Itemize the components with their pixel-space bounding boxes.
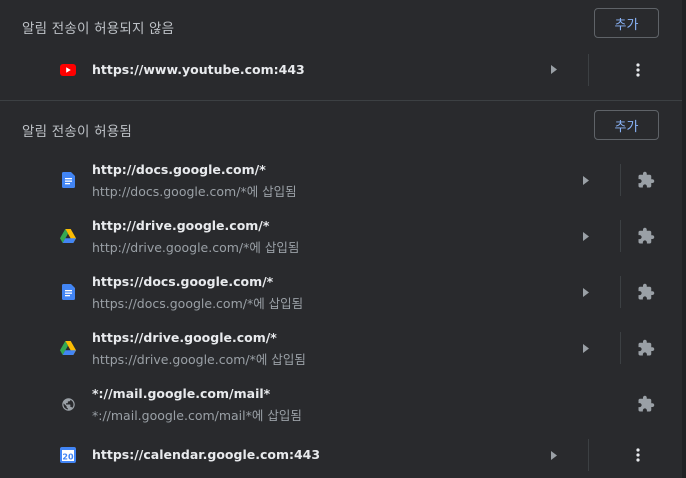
site-url: http://drive.google.com/* — [92, 218, 270, 233]
extension-puzzle-icon — [636, 394, 656, 414]
allowed-section-title: 알림 전송이 허용됨 — [22, 124, 132, 140]
chevron-right-icon[interactable] — [581, 343, 591, 353]
google-calendar-icon: 20 — [60, 447, 76, 463]
extension-puzzle-icon — [636, 226, 656, 246]
blocked-section-header: 알림 전송이 허용되지 않음 추가 — [0, 6, 682, 46]
row-separator — [620, 332, 621, 364]
site-row-calendar[interactable]: 20 https://calendar.google.com:443 — [0, 432, 682, 478]
site-url: https://calendar.google.com:443 — [92, 447, 321, 462]
row-separator — [620, 164, 621, 196]
row-separator — [620, 276, 621, 308]
more-actions-icon[interactable] — [630, 445, 646, 465]
site-embedded-label: https://drive.google.com/*에 삽입됨 — [92, 352, 306, 367]
allowed-add-button[interactable]: 추가 — [594, 110, 659, 140]
google-drive-icon — [60, 340, 76, 356]
chevron-right-icon[interactable] — [581, 231, 591, 241]
chevron-right-icon[interactable] — [549, 450, 559, 460]
google-docs-icon — [60, 284, 76, 300]
site-row-mail: *://mail.google.com/mail* *://mail.googl… — [0, 376, 682, 432]
allowed-section-header: 알림 전송이 허용됨 추가 — [0, 108, 682, 148]
extension-puzzle-icon — [636, 282, 656, 302]
site-url: *://mail.google.com/mail* — [92, 386, 271, 401]
site-embedded-label: https://docs.google.com/*에 삽입됨 — [92, 296, 304, 311]
site-row-drive-https[interactable]: https://drive.google.com/* https://drive… — [0, 320, 682, 376]
site-row-youtube[interactable]: https://www.youtube.com:443 — [0, 48, 682, 92]
blocked-section-title: 알림 전송이 허용되지 않음 — [22, 21, 175, 37]
section-divider — [0, 100, 682, 101]
site-row-drive-http[interactable]: http://drive.google.com/* http://drive.g… — [0, 208, 682, 264]
chevron-right-icon[interactable] — [581, 287, 591, 297]
google-docs-icon — [60, 172, 76, 188]
more-actions-icon[interactable] — [630, 60, 646, 80]
site-row-docs-http[interactable]: http://docs.google.com/* http://docs.goo… — [0, 152, 682, 208]
youtube-icon — [60, 62, 76, 78]
row-separator — [588, 54, 589, 86]
site-url: https://www.youtube.com:443 — [92, 62, 305, 77]
site-url: http://docs.google.com/* — [92, 162, 266, 177]
google-drive-icon — [60, 228, 76, 244]
notification-settings-panel: 알림 전송이 허용되지 않음 추가 https://www.youtube.co… — [0, 0, 682, 478]
calendar-day-label: 20 — [62, 452, 74, 461]
site-embedded-label: http://docs.google.com/*에 삽입됨 — [92, 184, 297, 199]
extension-puzzle-icon — [636, 170, 656, 190]
globe-icon — [60, 396, 76, 412]
site-row-docs-https[interactable]: https://docs.google.com/* https://docs.g… — [0, 264, 682, 320]
extension-puzzle-icon — [636, 338, 656, 358]
row-separator — [588, 439, 589, 471]
row-separator — [620, 220, 621, 252]
site-url: https://docs.google.com/* — [92, 274, 274, 289]
site-embedded-label: http://drive.google.com/*에 삽입됨 — [92, 240, 300, 255]
site-embedded-label: *://mail.google.com/mail*에 삽입됨 — [92, 408, 302, 423]
chevron-right-icon[interactable] — [549, 64, 559, 74]
chevron-right-icon[interactable] — [581, 175, 591, 185]
blocked-add-button[interactable]: 추가 — [594, 8, 659, 38]
site-url: https://drive.google.com/* — [92, 330, 277, 345]
scrollbar[interactable] — [682, 0, 686, 478]
